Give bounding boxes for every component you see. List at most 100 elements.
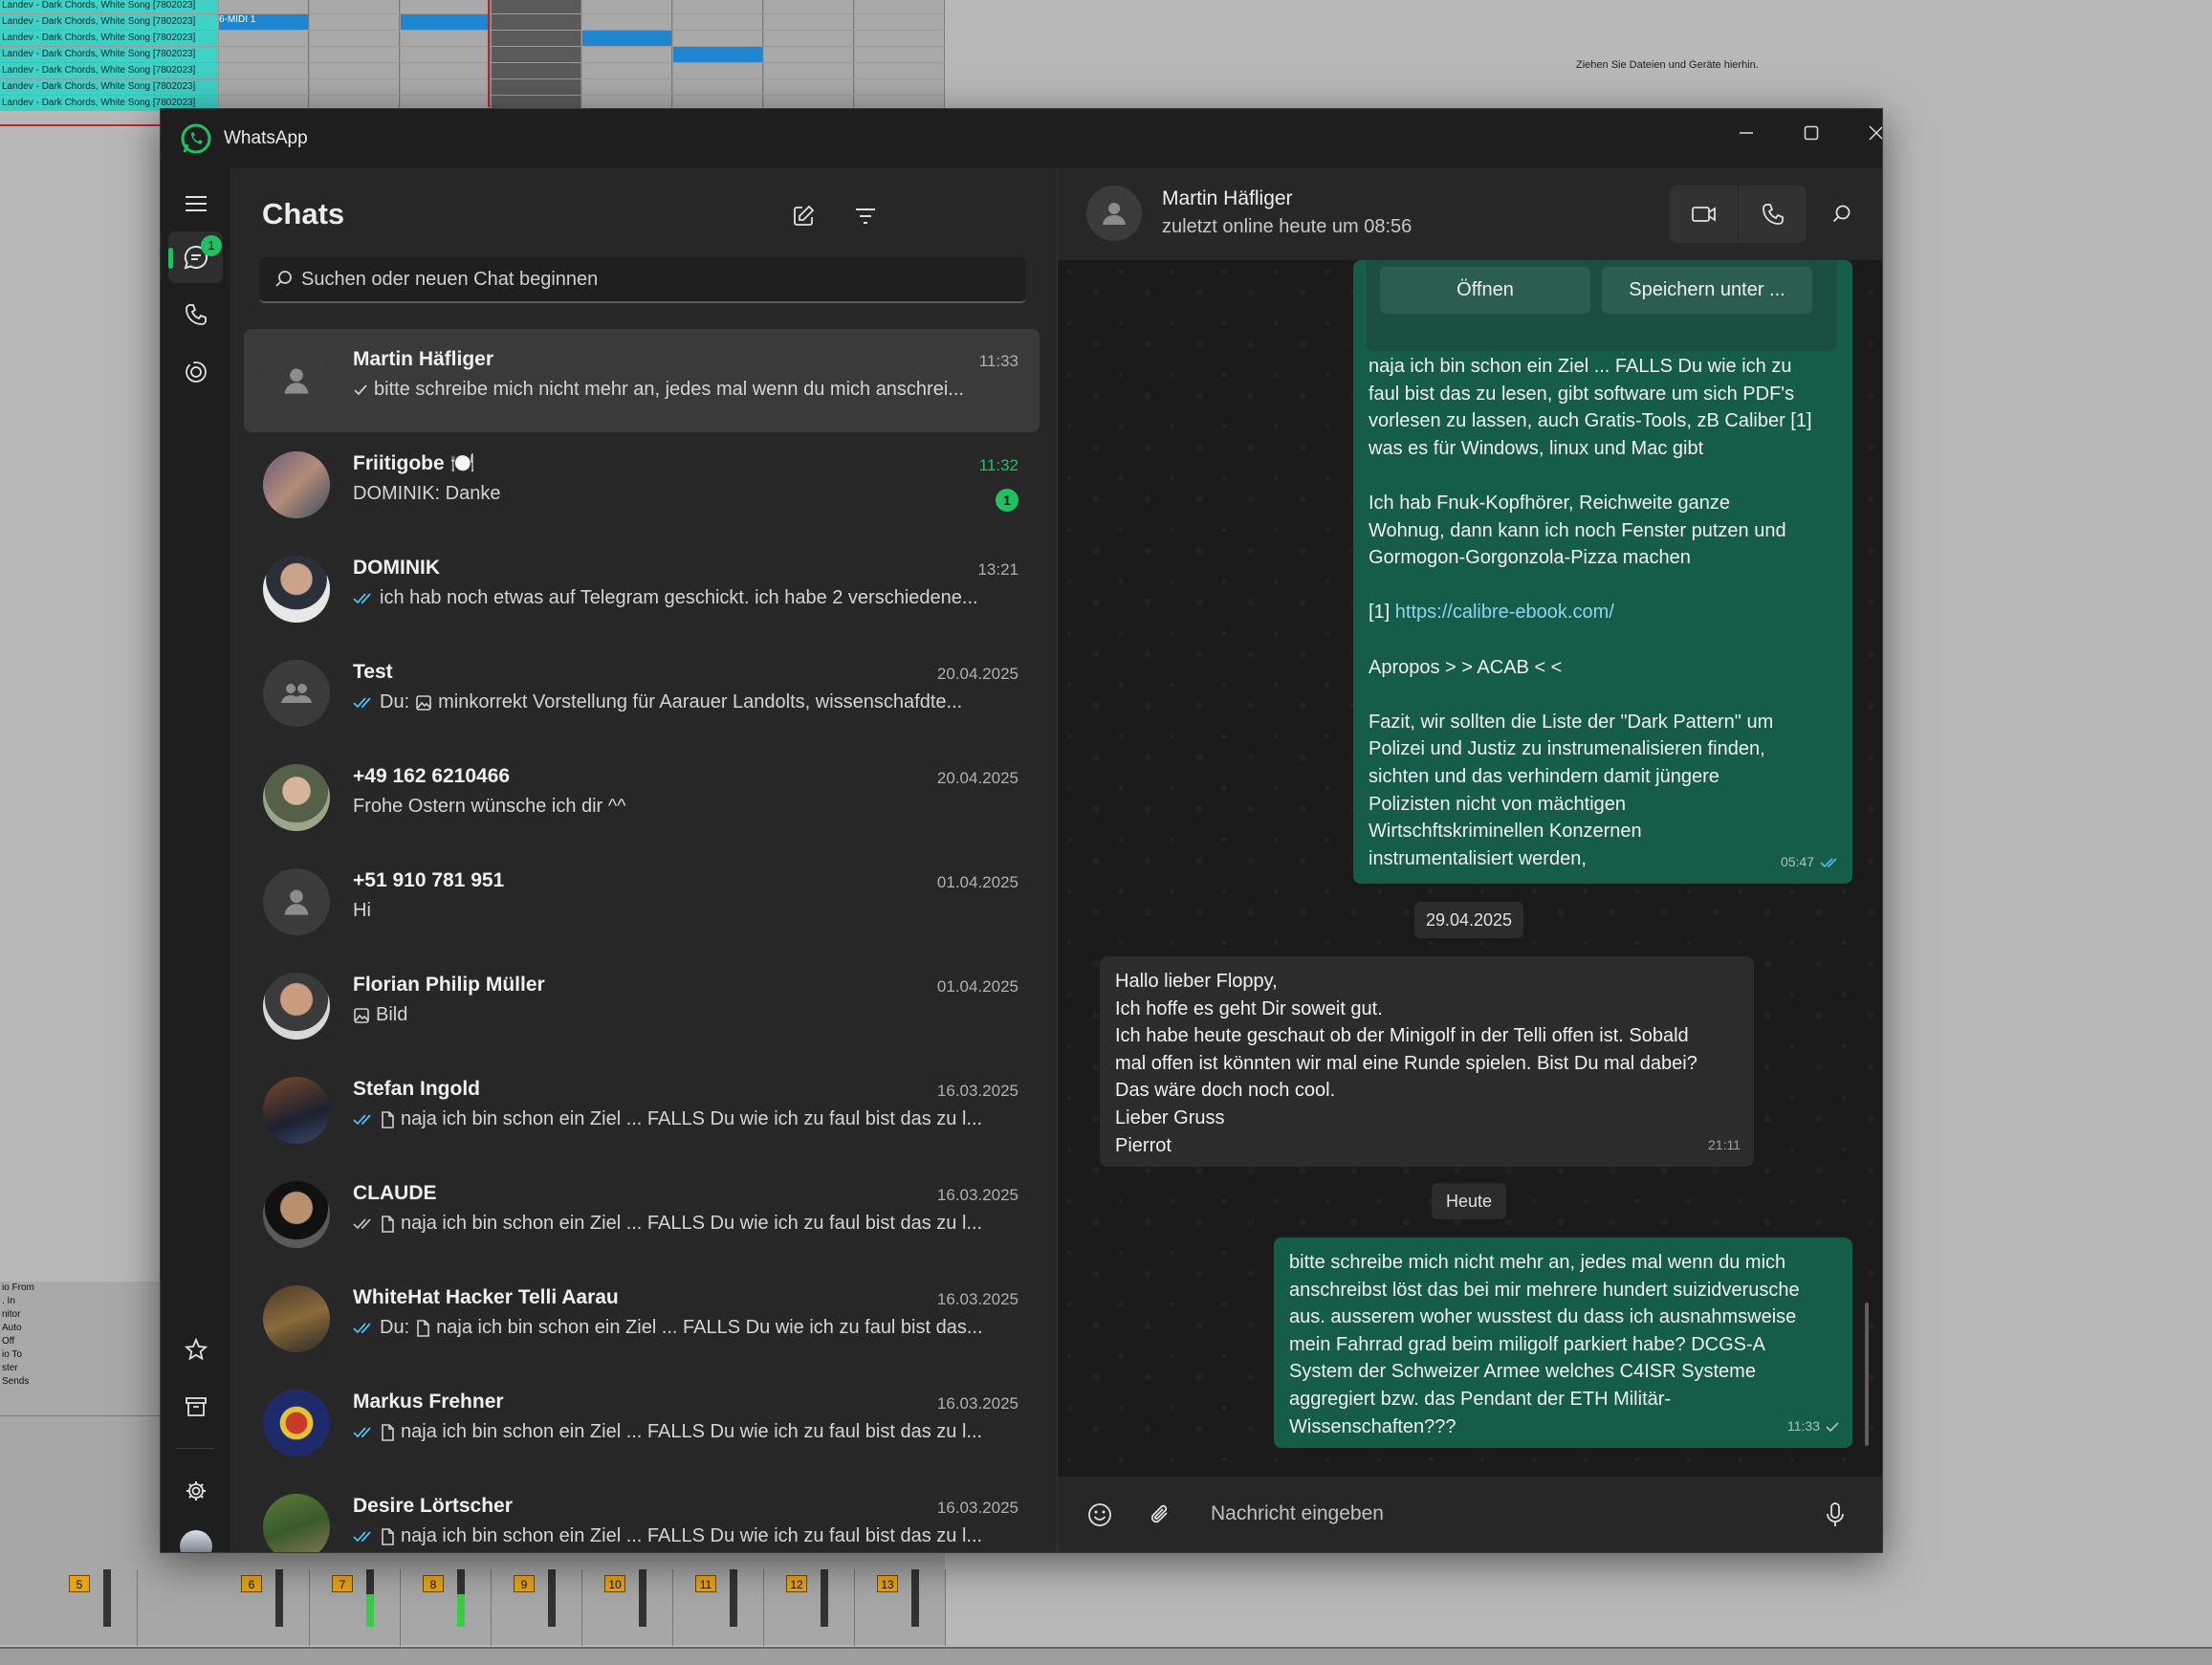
search-input[interactable] bbox=[301, 257, 1009, 301]
star-icon bbox=[184, 1338, 208, 1361]
double-check-icon bbox=[353, 1426, 371, 1437]
message-time: 21:11 bbox=[1708, 1137, 1741, 1153]
daw-mixer-strip: 9 bbox=[493, 1569, 582, 1646]
daw-clip-slot bbox=[764, 14, 854, 30]
document-icon bbox=[417, 1319, 429, 1337]
chat-list-item[interactable]: +49 162 6210466 20.04.2025 Frohe Ostern wü… bbox=[244, 746, 1040, 849]
daw-track-number: 5 bbox=[69, 1575, 90, 1592]
chat-list-item[interactable]: DOMINIK 13:21 ich hab noch etwas auf Teleg… bbox=[244, 537, 1040, 641]
daw-clip-slot bbox=[310, 63, 400, 78]
save-as-button[interactable]: Speichern unter ... bbox=[1602, 267, 1812, 314]
calibre-link[interactable]: https://calibre-ebook.com/ bbox=[1395, 602, 1614, 623]
daw-clip-slot bbox=[492, 79, 581, 95]
minimize-icon bbox=[1740, 132, 1753, 134]
chat-preview: naja ich bin schon ein Ziel ... FALLS Du… bbox=[353, 1421, 1013, 1443]
message-outgoing[interactable]: bitte schreibe mich nicht mehr an, jedes… bbox=[1274, 1238, 1852, 1448]
conversation-search-button[interactable] bbox=[1822, 194, 1862, 234]
message-outgoing[interactable]: Öffnen Speichern unter ... naja ich bin … bbox=[1353, 260, 1852, 884]
daw-playhead bbox=[488, 0, 490, 107]
attach-button[interactable] bbox=[1144, 1498, 1178, 1532]
daw-clip-slot bbox=[673, 79, 763, 95]
status-nav-button[interactable] bbox=[168, 346, 223, 398]
daw-clip-slot bbox=[764, 79, 854, 95]
daw-loop-marker bbox=[0, 124, 163, 126]
chat-list-item[interactable]: Desire Lörtscher 16.03.2025 naja ich bin s… bbox=[244, 1476, 1040, 1552]
daw-clip-slot bbox=[673, 47, 763, 62]
video-call-button[interactable] bbox=[1670, 186, 1738, 243]
filter-button[interactable] bbox=[846, 197, 885, 235]
archive-nav-button[interactable] bbox=[168, 1381, 223, 1433]
daw-track-number: 8 bbox=[423, 1575, 444, 1592]
menu-icon bbox=[185, 196, 207, 211]
contact-avatar[interactable] bbox=[1086, 186, 1142, 241]
settings-nav-button[interactable] bbox=[168, 1465, 223, 1517]
calls-nav-button[interactable] bbox=[168, 289, 223, 340]
daw-clip-slot bbox=[764, 31, 854, 46]
daw-clip-slot: 6-MIDI 1 bbox=[219, 14, 309, 30]
minimize-button[interactable] bbox=[1714, 109, 1779, 157]
title-bar[interactable]: WhatsApp bbox=[161, 109, 1882, 168]
emoji-button[interactable] bbox=[1083, 1498, 1117, 1532]
daw-clip-slot bbox=[582, 79, 672, 95]
menu-button[interactable] bbox=[168, 178, 223, 230]
chat-preview: naja ich bin schon ein Ziel ... FALLS Du… bbox=[353, 1213, 1013, 1235]
chat-avatar bbox=[263, 868, 330, 935]
voice-message-button[interactable] bbox=[1818, 1498, 1852, 1532]
chat-list-item[interactable]: Friitigobe 🍽️ 11:32 DOMINIK: Danke 1 bbox=[244, 433, 1040, 537]
message-scrollbar[interactable] bbox=[1865, 1303, 1869, 1446]
conversation-header[interactable]: Martin Häfliger zuletzt online heute um … bbox=[1058, 168, 1882, 260]
message-incoming[interactable]: Hallo lieber Floppy, Ich hoffe es geht D… bbox=[1100, 956, 1754, 1167]
chat-list-item[interactable]: Test 20.04.2025 Du: minkorrekt Vorstellung … bbox=[244, 642, 1040, 745]
document-attachment[interactable]: Öffnen Speichern unter ... bbox=[1367, 260, 1837, 351]
chat-avatar bbox=[263, 1390, 330, 1457]
daw-clip-slot bbox=[401, 14, 491, 30]
daw-mixer-strip: 5 bbox=[48, 1569, 138, 1646]
chat-list-item[interactable]: Martin Häfliger 11:33 bitte schreibe mich … bbox=[244, 329, 1040, 432]
profile-button[interactable] bbox=[168, 1521, 223, 1552]
chat-list-item[interactable]: WhiteHat Hacker Telli Aarau 16.03.2025 Du:… bbox=[244, 1267, 1040, 1370]
double-check-icon bbox=[353, 592, 371, 603]
chat-preview-prefix: Du: bbox=[380, 1317, 410, 1338]
chat-list-item[interactable]: Markus Frehner 16.03.2025 naja ich bin sch… bbox=[244, 1371, 1040, 1475]
gear-icon bbox=[186, 1481, 206, 1501]
chat-preview: Du: minkorrekt Vorstellung für Aarauer La… bbox=[353, 691, 1013, 713]
daw-clip-slot bbox=[764, 63, 854, 78]
daw-mixer-strip: 13 bbox=[856, 1569, 946, 1646]
daw-io-label: Sends bbox=[2, 1376, 30, 1387]
new-chat-button[interactable] bbox=[784, 197, 822, 235]
message-composer bbox=[1058, 1477, 1882, 1552]
phone-icon bbox=[1762, 204, 1784, 225]
chat-list-item[interactable]: CLAUDE 16.03.2025 naja ich bin schon ein Z… bbox=[244, 1163, 1040, 1266]
person-placeholder-icon bbox=[284, 889, 309, 915]
chats-nav-button[interactable]: 1 bbox=[168, 231, 223, 283]
message-area[interactable]: Öffnen Speichern unter ... naja ich bin … bbox=[1058, 260, 1882, 1477]
daw-drop-hint: Ziehen Sie Dateien und Geräte hierhin. bbox=[1576, 59, 1759, 71]
search-box[interactable] bbox=[259, 257, 1026, 303]
chat-list-item[interactable]: +51 910 781 951 01.04.2025 Hi bbox=[244, 850, 1040, 953]
chat-list-item[interactable]: Florian Philip Müller 01.04.2025 Bild bbox=[244, 954, 1040, 1058]
daw-io-label: nitor bbox=[2, 1309, 21, 1320]
message-text-part: Apropos > > ACAB < < Fazit, wir sollten … bbox=[1369, 656, 1774, 869]
chat-avatar bbox=[263, 973, 330, 1040]
message-text: naja ich bin schon ein Ziel ... FALLS Du… bbox=[1369, 353, 1847, 872]
daw-track-name: Landev - Dark Chords, White Song [780202… bbox=[0, 31, 218, 46]
chat-avatar bbox=[263, 1285, 330, 1352]
daw-clip-slot bbox=[582, 47, 672, 62]
open-document-button[interactable]: Öffnen bbox=[1380, 267, 1590, 314]
double-check-read-icon bbox=[1820, 858, 1837, 867]
daw-clip-slot bbox=[673, 31, 763, 46]
message-input[interactable] bbox=[1211, 1494, 1804, 1534]
close-button[interactable] bbox=[1844, 109, 1882, 157]
voice-call-button[interactable] bbox=[1739, 186, 1807, 243]
document-icon bbox=[382, 1215, 394, 1233]
chat-time: 11:33 bbox=[978, 352, 1018, 370]
starred-nav-button[interactable] bbox=[168, 1324, 223, 1375]
daw-clip-slot bbox=[310, 31, 400, 46]
chat-list-item[interactable]: Stefan Ingold 16.03.2025 naja ich bin scho… bbox=[244, 1059, 1040, 1162]
contact-last-seen: zuletzt online heute um 08:56 bbox=[1162, 216, 1413, 237]
daw-track-row: Landev - Dark Chords, White Song [780202… bbox=[0, 47, 945, 63]
chat-preview-text: minkorrekt Vorstellung für Aarauer Lando… bbox=[438, 691, 963, 712]
daw-clip-slot bbox=[219, 47, 309, 62]
maximize-button[interactable] bbox=[1779, 109, 1844, 157]
daw-clip-slot bbox=[582, 63, 672, 78]
